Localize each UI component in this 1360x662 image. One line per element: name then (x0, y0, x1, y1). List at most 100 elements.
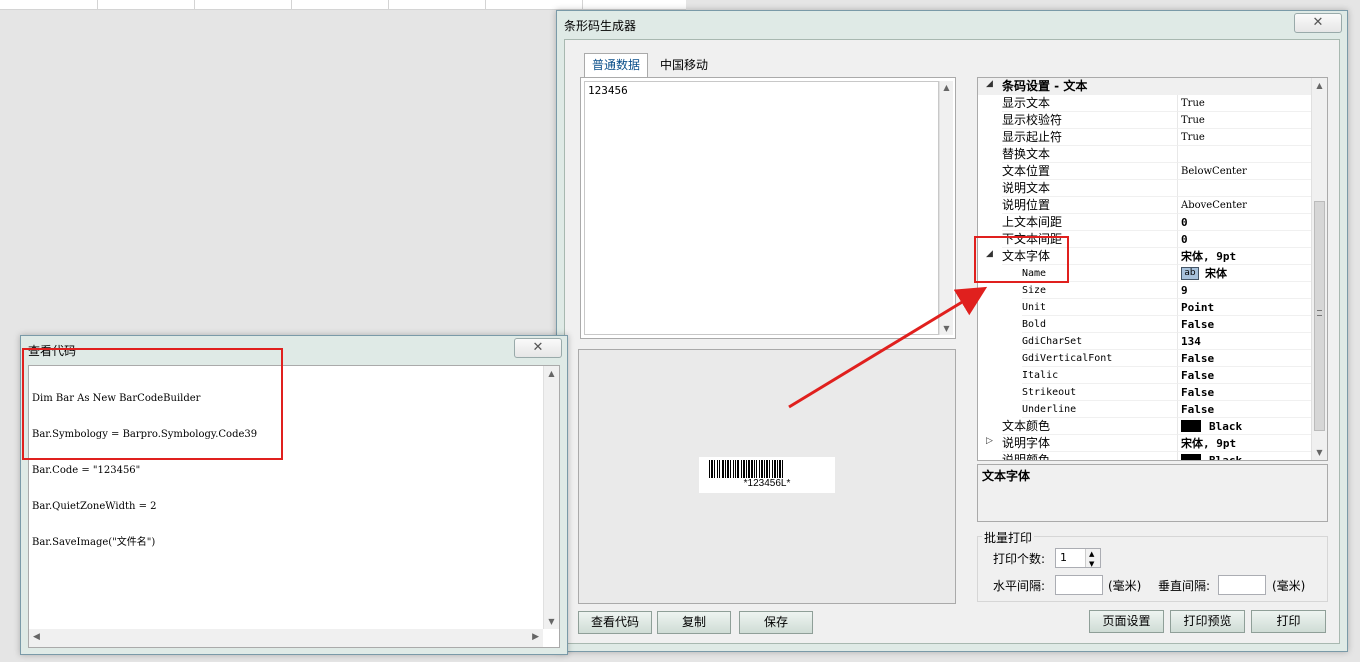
barcode-bar (743, 460, 745, 478)
barcode-bar (741, 460, 742, 478)
property-row[interactable]: 说明颜色 Black (978, 452, 1311, 461)
property-row[interactable]: 说明位置 AboveCenter (978, 197, 1311, 214)
property-value[interactable]: 宋体, 9pt (1177, 248, 1311, 265)
property-name: Unit (1022, 299, 1177, 316)
scroll-thumb[interactable] (1314, 201, 1325, 431)
property-value[interactable]: ab 宋体 (1177, 265, 1311, 282)
property-row[interactable]: GdiCharSet 134 (978, 333, 1311, 350)
property-value[interactable]: Black (1177, 452, 1311, 461)
property-name: Underline (1022, 401, 1177, 418)
tab-china-mobile[interactable]: 中国移动 (653, 54, 715, 77)
barcode-bar (756, 460, 757, 478)
property-gutter (978, 316, 1000, 333)
property-category-row[interactable]: ◢ 条码设置 - 文本 (978, 78, 1311, 95)
property-value-text: 0 (1181, 216, 1188, 229)
barcode-human-readable-text: *123456L* (743, 478, 791, 489)
property-row[interactable]: 显示起止符 True (978, 129, 1311, 146)
property-row[interactable]: 替换文本 (978, 146, 1311, 163)
property-row[interactable]: Bold False (978, 316, 1311, 333)
scroll-left-arrow-icon[interactable]: ◀ (33, 632, 40, 642)
tab-normal-data[interactable]: 普通数据 (584, 53, 649, 78)
property-row[interactable]: 文本颜色 Black (978, 418, 1311, 435)
property-value[interactable]: Point (1177, 299, 1311, 316)
property-row[interactable]: 显示文本 True (978, 95, 1311, 112)
barcode-bar (727, 460, 729, 478)
print-preview-button[interactable]: 打印预览 (1170, 610, 1245, 633)
property-value[interactable] (1177, 180, 1311, 197)
property-grid-scrollbar[interactable]: ▲ ▼ (1311, 78, 1327, 460)
barcode-bar (748, 460, 750, 478)
scroll-right-arrow-icon[interactable]: ▶ (532, 632, 539, 642)
barcode-bar (782, 460, 783, 478)
property-value[interactable]: False (1177, 350, 1311, 367)
property-gutter (978, 180, 1000, 197)
property-value[interactable]: 0 (1177, 231, 1311, 248)
property-row[interactable]: 文本位置 BelowCenter (978, 163, 1311, 180)
spinner-buttons[interactable]: ▲ ▼ (1085, 549, 1100, 568)
scroll-up-arrow-icon[interactable]: ▲ (544, 369, 559, 378)
scroll-down-arrow-icon[interactable]: ▼ (1312, 448, 1327, 457)
scroll-up-arrow-icon[interactable]: ▲ (1312, 81, 1327, 90)
code-window-close-button[interactable]: ✕ (514, 338, 562, 358)
barcode-bar (711, 460, 713, 478)
property-row[interactable]: 上文本间距 0 (978, 214, 1311, 231)
property-value[interactable]: True (1177, 129, 1311, 146)
sheet-column-divider (388, 0, 389, 10)
property-value-text: Black (1209, 420, 1243, 433)
horizontal-spacing-label: 水平间隔: (993, 579, 1046, 593)
print-count-label: 打印个数: (993, 552, 1046, 566)
print-button[interactable]: 打印 (1251, 610, 1326, 633)
property-row[interactable]: Unit Point (978, 299, 1311, 316)
property-row[interactable]: 说明文本 (978, 180, 1311, 197)
property-description-pane: 文本字体 (977, 464, 1328, 522)
expand-triangle-icon[interactable]: ▷ (986, 436, 993, 446)
save-button[interactable]: 保存 (739, 611, 813, 634)
data-textarea-scrollbar[interactable]: ▲ ▼ (939, 81, 953, 335)
property-value[interactable]: 9 (1177, 282, 1311, 299)
property-row[interactable]: GdiVerticalFont False (978, 350, 1311, 367)
property-row[interactable]: ▷ 说明字体 宋体, 9pt (978, 435, 1311, 452)
print-count-spinner[interactable]: 1 ▲ ▼ (1055, 548, 1101, 568)
scroll-down-arrow-icon[interactable]: ▼ (940, 324, 953, 333)
property-gutter: ▷ (978, 435, 1000, 452)
color-swatch (1181, 454, 1201, 460)
barcode-bar (722, 460, 724, 478)
horizontal-spacing-input[interactable] (1055, 575, 1103, 595)
property-value-text: Black (1209, 454, 1243, 461)
code-vertical-scrollbar[interactable]: ▲ ▼ (543, 366, 559, 629)
property-row[interactable]: Italic False (978, 367, 1311, 384)
property-value[interactable]: 134 (1177, 333, 1311, 350)
code-horizontal-scrollbar[interactable]: ◀ ▶ (29, 629, 543, 647)
page-setup-button[interactable]: 页面设置 (1089, 610, 1164, 633)
property-row[interactable]: Underline False (978, 401, 1311, 418)
property-value[interactable]: AboveCenter (1177, 197, 1311, 214)
window-close-button[interactable]: ✕ (1294, 13, 1342, 33)
spin-down-icon[interactable]: ▼ (1089, 555, 1094, 573)
property-value[interactable]: True (1177, 95, 1311, 112)
scroll-up-arrow-icon[interactable]: ▲ (940, 83, 953, 92)
barcode-data-textarea[interactable]: 123456 (584, 81, 939, 335)
collapse-triangle-icon[interactable]: ◢ (986, 79, 993, 89)
property-value[interactable] (1177, 146, 1311, 163)
property-value[interactable]: BelowCenter (1177, 163, 1311, 180)
print-count-value: 1 (1060, 551, 1067, 564)
property-value-text: 134 (1181, 335, 1201, 348)
property-value[interactable]: False (1177, 384, 1311, 401)
property-gutter (978, 367, 1000, 384)
barcode-bar (746, 460, 747, 478)
property-value[interactable]: True (1177, 112, 1311, 129)
copy-button[interactable]: 复制 (657, 611, 731, 634)
property-value[interactable]: False (1177, 316, 1311, 333)
vertical-spacing-label: 垂直间隔: (1158, 579, 1211, 593)
vertical-spacing-input[interactable] (1218, 575, 1266, 595)
view-code-button[interactable]: 查看代码 (578, 611, 652, 634)
property-value[interactable]: False (1177, 401, 1311, 418)
property-value[interactable]: 0 (1177, 214, 1311, 231)
property-value[interactable]: Black (1177, 418, 1311, 435)
property-value[interactable]: False (1177, 367, 1311, 384)
scroll-down-arrow-icon[interactable]: ▼ (544, 617, 559, 626)
property-row[interactable]: Strikeout False (978, 384, 1311, 401)
property-value[interactable]: 宋体, 9pt (1177, 435, 1311, 452)
property-row[interactable]: 显示校验符 True (978, 112, 1311, 129)
property-row[interactable]: Size 9 (978, 282, 1311, 299)
